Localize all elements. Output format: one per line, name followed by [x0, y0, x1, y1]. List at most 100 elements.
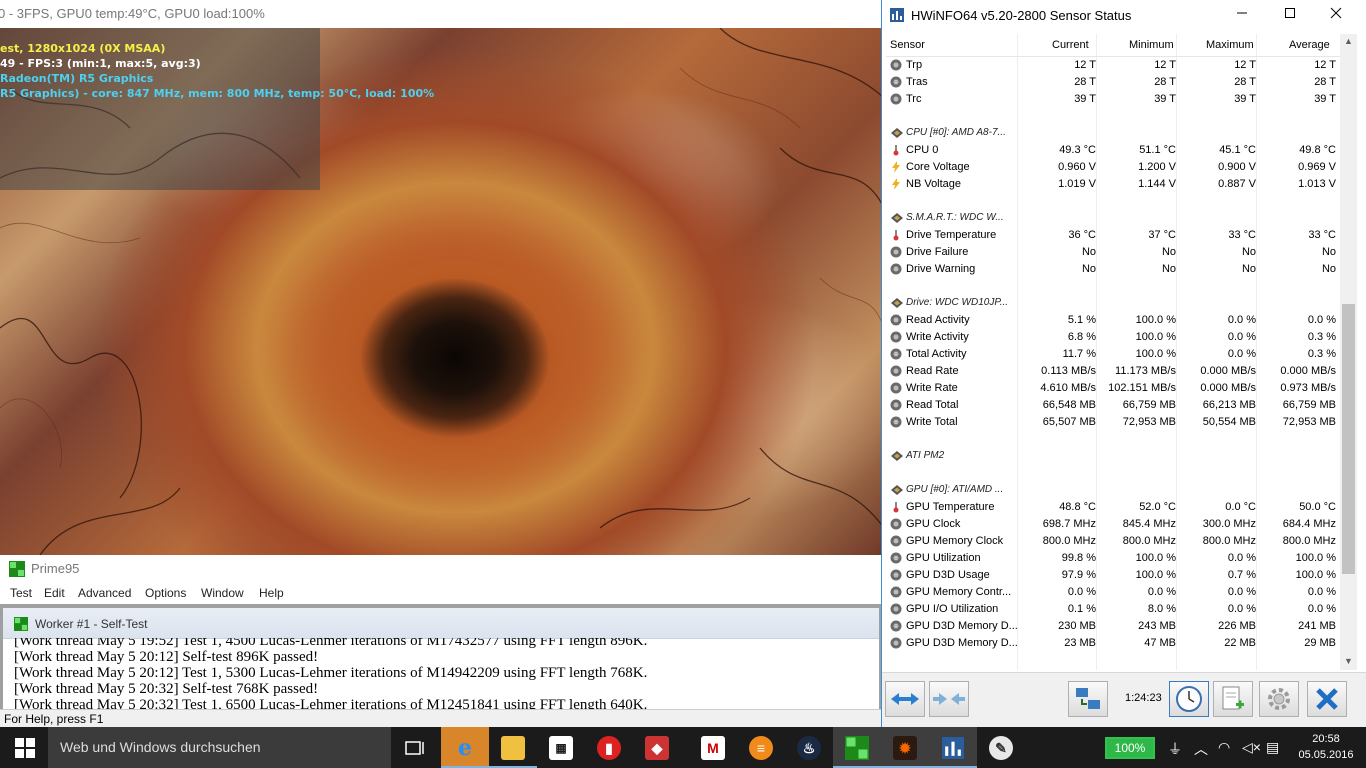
- start-button[interactable]: [0, 727, 48, 768]
- taskbar-hwinfo[interactable]: [929, 727, 977, 768]
- menu-help[interactable]: Help: [259, 586, 284, 600]
- collapse-button[interactable]: [929, 681, 969, 717]
- taskbar-store[interactable]: ▦: [537, 727, 585, 768]
- sensor-row[interactable]: Trc 39 T 39 T 39 T 39 T: [886, 91, 1340, 108]
- taskbar-mcafee[interactable]: M: [689, 727, 737, 768]
- log-button[interactable]: [1213, 681, 1253, 717]
- sensor-group-row[interactable]: ATI PM2: [886, 448, 1340, 465]
- settings-button[interactable]: [1259, 681, 1299, 717]
- taskbar-edge[interactable]: e: [441, 727, 489, 768]
- close-button[interactable]: [1322, 4, 1350, 26]
- value-avg: 66,548 MB: [1042, 399, 1096, 411]
- task-view-button[interactable]: [392, 727, 440, 768]
- sensor-row[interactable]: GPU Memory Clock 800.0 MHz 800.0 MHz 800.0 …: [886, 533, 1340, 550]
- expand-button[interactable]: [885, 681, 925, 717]
- menu-options[interactable]: Options: [145, 586, 186, 600]
- sensor-row[interactable]: GPU D3D Usage 100.0 % 0.7 % 100.0 % 97.9 %: [886, 567, 1340, 584]
- taskbar-steam[interactable]: ♨: [785, 727, 833, 768]
- sensor-name: Read Total: [906, 399, 959, 411]
- sensor-row[interactable]: Drive Failure No No No No: [886, 244, 1340, 261]
- battery-indicator[interactable]: 100%: [1105, 737, 1155, 759]
- spacer-row: [886, 431, 1340, 448]
- sensor-group-row[interactable]: S.M.A.R.T.: WDC W...: [886, 210, 1340, 227]
- scroll-thumb[interactable]: [1342, 304, 1355, 574]
- taskbar-furmark[interactable]: ✹: [881, 727, 929, 768]
- sensor-row[interactable]: GPU Utilization 100.0 % 0.0 % 100.0 % 99.8 %: [886, 550, 1340, 567]
- folder-icon: [501, 736, 525, 760]
- col-header-maximum[interactable]: Maximum: [1206, 39, 1254, 51]
- worker-titlebar[interactable]: Worker #1 - Self-Test: [3, 608, 879, 639]
- sensor-row[interactable]: GPU D3D Memory D... 29 MB 22 MB 47 MB 23 MB: [886, 635, 1340, 652]
- sensor-row[interactable]: Drive Temperature 33 °C 33 °C 37 °C 36 °C: [886, 227, 1340, 244]
- sensor-row[interactable]: NB Voltage 1.013 V 0.887 V 1.144 V 1.019 V: [886, 176, 1340, 193]
- sensor-row[interactable]: GPU I/O Utilization 0.0 % 0.0 % 8.0 % 0.1 %: [886, 601, 1340, 618]
- sensor-row[interactable]: Read Total 66,759 MB 66,213 MB 66,759 MB 66,…: [886, 397, 1340, 414]
- network-button[interactable]: [1068, 681, 1108, 717]
- hwinfo-titlebar[interactable]: HWiNFO64 v5.20-2800 Sensor Status: [882, 0, 1366, 30]
- taskbar-clock[interactable]: 20:58 05.05.2016: [1296, 731, 1356, 763]
- sensor-scrollbar[interactable]: ▲ ▼: [1340, 34, 1357, 670]
- taskbar-paint[interactable]: ✎: [977, 727, 1025, 768]
- value-min: 0.0 %: [1227, 331, 1256, 343]
- sensor-table[interactable]: Sensor Current Minimum Maximum Average T…: [886, 34, 1340, 670]
- col-header-average[interactable]: Average: [1289, 39, 1330, 51]
- value-avg: 49.3 °C: [1059, 144, 1096, 156]
- sensor-row[interactable]: Core Voltage 0.969 V 0.900 V 1.200 V 0.960 V: [886, 159, 1340, 176]
- sensor-row[interactable]: Trp 12 T 12 T 12 T 12 T: [886, 57, 1340, 74]
- sensor-row[interactable]: Write Rate 0.973 MB/s 0.000 MB/s 102.151 MB…: [886, 380, 1340, 397]
- sensor-group-row[interactable]: Drive: WDC WD10JP...: [886, 295, 1340, 312]
- taskbar-app-red[interactable]: ▮: [585, 727, 633, 768]
- scroll-up-icon[interactable]: ▲: [1340, 36, 1357, 50]
- prime95-window[interactable]: Prime95 Test Edit Advanced Options Windo…: [0, 555, 884, 728]
- menu-advanced[interactable]: Advanced: [78, 586, 131, 600]
- close-sensors-button[interactable]: [1307, 681, 1347, 717]
- sensor-row[interactable]: Write Activity 0.3 % 0.0 % 100.0 % 6.8 %: [886, 329, 1340, 346]
- sensor-group-row[interactable]: CPU [#0]: AMD A8-7...: [886, 125, 1340, 142]
- taskbar-explorer[interactable]: [489, 727, 537, 768]
- sensor-row[interactable]: Total Activity 0.3 % 0.0 % 100.0 % 11.7 %: [886, 346, 1340, 363]
- search-box[interactable]: Web und Windows durchsuchen: [48, 727, 391, 768]
- sensor-row[interactable]: GPU Temperature 50.0 °C 0.0 °C 52.0 °C 48.8 …: [886, 499, 1340, 516]
- value-avg: 1.019 V: [1058, 178, 1096, 190]
- speaker-muted-icon[interactable]: ◁×: [1242, 739, 1261, 756]
- scroll-down-icon[interactable]: ▼: [1340, 656, 1357, 670]
- sensor-group-row[interactable]: GPU [#0]: ATI/AMD ...: [886, 482, 1340, 499]
- value-max: 11.173 MB/s: [1115, 365, 1176, 377]
- menu-test[interactable]: Test: [10, 586, 32, 600]
- sensor-row[interactable]: Read Rate 0.000 MB/s 0.000 MB/s 11.173 MB/s…: [886, 363, 1340, 380]
- sensor-row[interactable]: GPU Clock 684.4 MHz 300.0 MHz 845.4 MHz 698.…: [886, 516, 1340, 533]
- taskbar-prime95[interactable]: [833, 727, 881, 768]
- menu-window[interactable]: Window: [201, 586, 244, 600]
- col-header-current[interactable]: Current: [1052, 39, 1089, 51]
- hwinfo-window[interactable]: HWiNFO64 v5.20-2800 Sensor Status Sensor…: [881, 0, 1366, 728]
- plug-icon[interactable]: ⏚: [1168, 739, 1182, 759]
- sensor-row[interactable]: GPU D3D Memory D... 241 MB 226 MB 243 MB 230…: [886, 618, 1340, 635]
- col-header-minimum[interactable]: Minimum: [1129, 39, 1174, 51]
- minimize-button[interactable]: [1228, 4, 1256, 26]
- sensor-row[interactable]: Tras 28 T 28 T 28 T 28 T: [886, 74, 1340, 91]
- value-max: 66,759 MB: [1122, 399, 1176, 411]
- sensor-row[interactable]: Drive Warning No No No No: [886, 261, 1340, 278]
- col-header-sensor[interactable]: Sensor: [890, 39, 925, 51]
- wifi-icon[interactable]: ◠: [1218, 739, 1230, 756]
- furmark-window[interactable]: 0 - 3FPS, GPU0 temp:49°C, GPU0 load:100%…: [0, 0, 884, 555]
- sensor-row[interactable]: GPU Memory Contr... 0.0 % 0.0 % 0.0 % 0.0 %: [886, 584, 1340, 601]
- notifications-icon[interactable]: ▤: [1266, 739, 1279, 756]
- value-avg: 97.9 %: [1061, 569, 1096, 581]
- chevron-up-icon[interactable]: ︿: [1194, 739, 1208, 759]
- sensor-row[interactable]: Read Activity 0.0 % 0.0 % 100.0 % 5.1 %: [886, 312, 1340, 329]
- prime95-titlebar[interactable]: Prime95: [0, 555, 884, 583]
- maximize-icon: [1285, 8, 1295, 18]
- status-text: For Help, press F1: [4, 712, 104, 726]
- worker-logo-icon: [14, 617, 28, 631]
- clock-button[interactable]: [1169, 681, 1209, 717]
- sensor-row[interactable]: Write Total 72,953 MB 50,554 MB 72,953 MB 65…: [886, 414, 1340, 431]
- taskbar-app-tag[interactable]: ◆: [633, 727, 681, 768]
- sensor-name: GPU Temperature: [906, 501, 995, 513]
- sensor-row[interactable]: CPU 0 49.8 °C 45.1 °C 51.1 °C 49.3 °C: [886, 142, 1340, 159]
- menu-edit[interactable]: Edit: [44, 586, 65, 600]
- worker-log[interactable]: [Work thread May 5 19:52] Test 1, 4500 L…: [14, 638, 874, 709]
- worker-window[interactable]: Worker #1 - Self-Test [Work thread May 5…: [3, 608, 879, 709]
- taskbar-app-orange[interactable]: ≡: [737, 727, 785, 768]
- maximize-button[interactable]: [1276, 4, 1304, 26]
